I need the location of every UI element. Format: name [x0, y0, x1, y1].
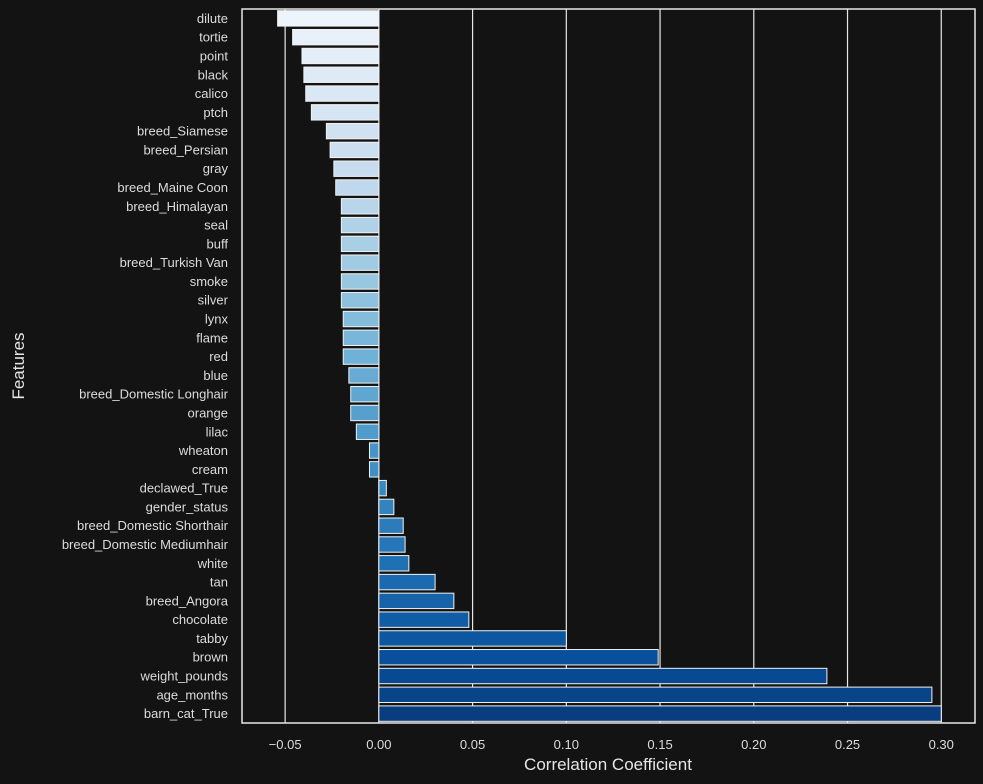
y-tick-label: declawed_True — [140, 481, 228, 496]
bar — [368, 461, 380, 478]
bar — [378, 479, 387, 497]
bar — [342, 348, 380, 365]
x-tick-label: −0.05 — [269, 737, 302, 752]
y-tick-label: breed_Turkish Van — [120, 255, 228, 270]
bar — [340, 273, 380, 290]
bar — [350, 385, 380, 403]
bar — [301, 47, 380, 65]
y-tick-label: barn_cat_True — [144, 706, 228, 721]
x-tick-label: 0.30 — [929, 737, 954, 752]
y-tick-label: smoke — [190, 274, 228, 289]
y-tick-label: lilac — [206, 424, 229, 439]
y-tick-label: breed_Domestic Mediumhair — [62, 537, 229, 552]
x-tick-label: 0.25 — [835, 737, 860, 752]
bar — [378, 686, 933, 704]
bar — [378, 667, 828, 685]
x-tick-label: 0.05 — [460, 737, 485, 752]
y-tick-label: orange — [188, 405, 228, 420]
bar — [378, 705, 942, 722]
bar — [342, 310, 380, 328]
y-tick-label: buff — [207, 236, 229, 251]
y-tick-labels: dilute tortie point black calico ptch breed_Si… — [62, 11, 229, 721]
bar — [342, 329, 380, 347]
y-tick-label: breed_Domestic Longhair — [79, 387, 229, 402]
correlation-bar-chart: dilute tortie point black calico ptch breed_Si… — [9, 8, 976, 774]
bar — [335, 179, 380, 196]
bar — [368, 442, 380, 459]
y-tick-label: tabby — [196, 631, 228, 646]
y-tick-label: gender_status — [146, 499, 229, 514]
y-tick-label: seal — [204, 218, 228, 233]
bar — [350, 404, 380, 422]
y-tick-label: white — [197, 556, 228, 571]
y-tick-label: flame — [196, 330, 228, 345]
y-tick-label: breed_Maine Coon — [117, 180, 228, 195]
y-tick-label: wheaton — [178, 443, 228, 458]
bar — [378, 555, 410, 572]
bar — [378, 536, 406, 553]
x-tick-labels: −0.05 0.00 0.05 0.10 0.15 0.20 0.25 0.30 — [269, 737, 954, 752]
bar — [340, 254, 380, 271]
y-tick-label: breed_Domestic Shorthair — [77, 518, 229, 533]
x-tick-label: 0.00 — [366, 737, 391, 752]
y-tick-label: breed_Siamese — [137, 124, 228, 139]
bar — [310, 104, 380, 121]
bar — [340, 235, 380, 253]
bar — [378, 592, 455, 610]
y-tick-label: red — [209, 349, 228, 364]
y-tick-label: lynx — [205, 312, 229, 327]
y-tick-label: breed_Angora — [146, 593, 229, 608]
y-tick-label: silver — [198, 293, 229, 308]
bar — [305, 85, 380, 102]
bar — [355, 423, 380, 440]
bar — [378, 517, 404, 534]
bar — [303, 66, 380, 83]
x-axis-label: Correlation Coefficient — [524, 755, 692, 774]
y-tick-label: weight_pounds — [140, 669, 229, 684]
y-tick-label: age_months — [156, 687, 228, 702]
bar — [378, 611, 470, 628]
bar — [340, 198, 380, 215]
y-tick-label: ptch — [203, 105, 228, 120]
y-tick-label: brown — [193, 650, 228, 665]
y-tick-label: chocolate — [172, 612, 228, 627]
y-tick-label: cream — [192, 462, 228, 477]
bar — [329, 141, 380, 159]
bar — [378, 498, 395, 516]
y-tick-label: dilute — [197, 11, 228, 26]
bar — [378, 630, 567, 647]
y-axis-label: Features — [9, 332, 28, 399]
bars — [277, 10, 942, 722]
bar — [348, 367, 380, 384]
bar — [378, 573, 436, 591]
x-tick-label: 0.10 — [554, 737, 579, 752]
bar — [292, 28, 380, 46]
y-tick-label: calico — [195, 86, 228, 101]
bar — [378, 649, 659, 666]
bar — [340, 216, 380, 234]
y-tick-label: breed_Himalayan — [126, 199, 228, 214]
bar — [277, 10, 380, 27]
y-tick-label: breed_Persian — [143, 142, 228, 157]
x-tick-label: 0.15 — [647, 737, 672, 752]
y-tick-label: tan — [210, 575, 228, 590]
y-tick-label: black — [198, 67, 229, 82]
y-tick-label: tortie — [199, 30, 228, 45]
bar — [340, 292, 380, 309]
bar — [333, 160, 380, 177]
x-tick-label: 0.20 — [741, 737, 766, 752]
y-tick-label: gray — [203, 161, 229, 176]
bar — [325, 122, 380, 140]
y-tick-label: point — [200, 48, 229, 63]
y-tick-label: blue — [203, 368, 228, 383]
